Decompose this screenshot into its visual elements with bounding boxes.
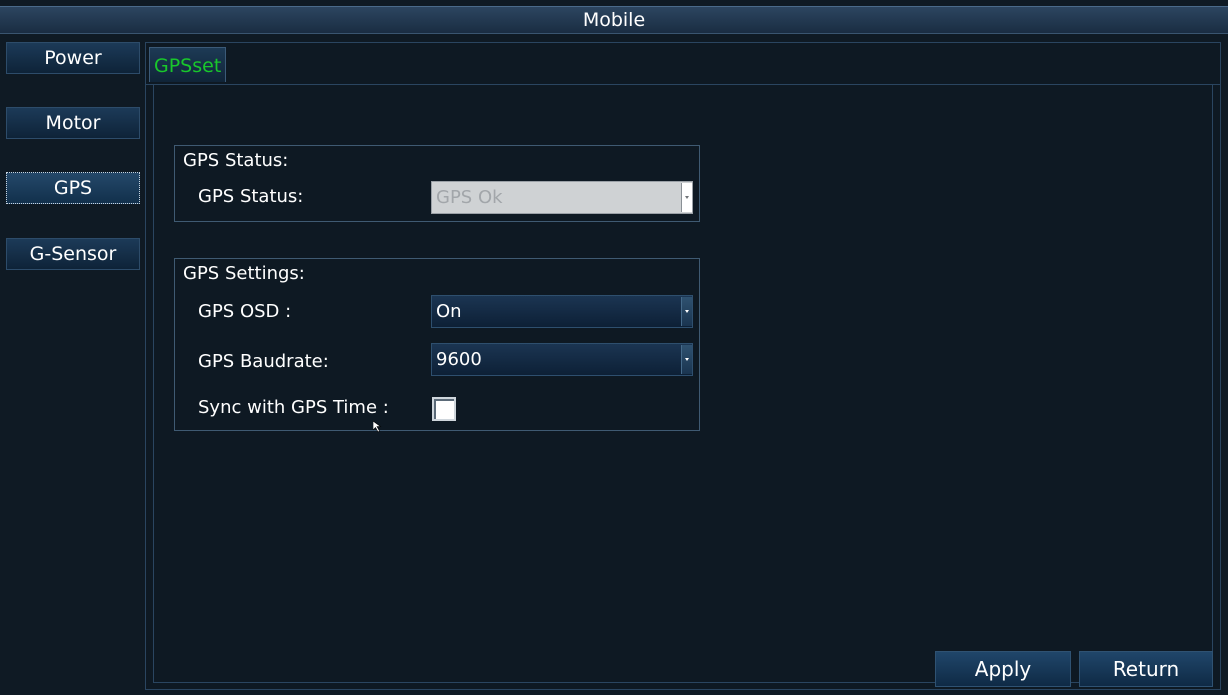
gps-status-group: GPS Status: GPS Status: GPS Ok — [174, 145, 700, 222]
tab-gpsset[interactable]: GPSset — [149, 47, 227, 82]
dropdown-arrow-icon — [681, 183, 692, 212]
sidebar-item-power[interactable]: Power — [6, 42, 140, 74]
gps-status-value: GPS Ok — [436, 187, 503, 208]
gps-baudrate-value: 9600 — [436, 349, 482, 370]
gps-status-field: GPS Ok — [431, 181, 693, 214]
return-button[interactable]: Return — [1079, 651, 1213, 687]
mobile-settings-window: Mobile Power Motor GPS G-Sensor GPSset G… — [0, 0, 1228, 695]
dropdown-arrow-icon — [681, 297, 692, 326]
apply-button[interactable]: Apply — [935, 651, 1071, 687]
dropdown-arrow-icon — [681, 345, 692, 374]
gps-osd-select[interactable]: On — [431, 295, 693, 328]
sync-gps-time-label: Sync with GPS Time : — [198, 397, 389, 418]
tab-bar: GPSset — [146, 43, 1220, 85]
sidebar-item-g-sensor[interactable]: G-Sensor — [6, 238, 140, 270]
gps-baudrate-select[interactable]: 9600 — [431, 343, 693, 376]
gps-settings-group: GPS Settings: GPS OSD : On GPS Baudrate:… — [174, 258, 700, 431]
gps-baudrate-label: GPS Baudrate: — [198, 351, 329, 372]
sync-gps-time-checkbox[interactable] — [432, 397, 456, 421]
title-bar: Mobile — [0, 6, 1228, 34]
gps-status-group-title: GPS Status: — [183, 150, 289, 171]
tab-body: GPS Status: GPS Status: GPS Ok GPS Setti… — [153, 85, 1213, 683]
gps-osd-value: On — [436, 301, 462, 322]
sidebar-item-gps[interactable]: GPS — [6, 172, 140, 204]
gps-settings-group-title: GPS Settings: — [183, 263, 305, 284]
gps-osd-label: GPS OSD : — [198, 301, 292, 322]
gps-status-label: GPS Status: — [198, 186, 304, 207]
content-panel: GPSset GPS Status: GPS Status: GPS Ok GP… — [145, 42, 1221, 690]
window-title: Mobile — [582, 9, 646, 31]
mouse-pointer-icon — [373, 421, 382, 433]
sidebar-item-motor[interactable]: Motor — [6, 107, 140, 139]
